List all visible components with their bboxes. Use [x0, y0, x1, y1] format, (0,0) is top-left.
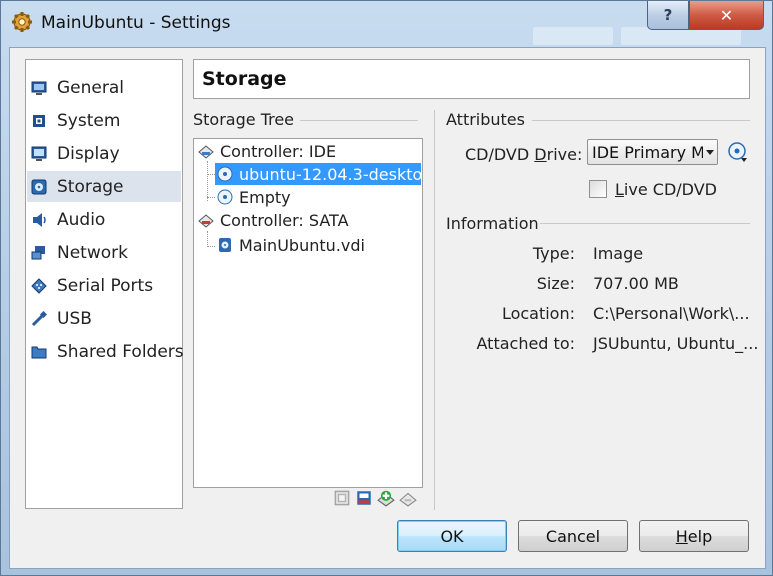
page-title: Storage: [202, 68, 287, 90]
network-icon: [31, 245, 45, 259]
speaker-icon: [33, 212, 46, 227]
tree-guide: [207, 174, 215, 175]
tree-guide: [207, 246, 215, 247]
info-type-value: Image: [593, 244, 644, 263]
divider: [300, 120, 418, 121]
sidebar-item-serial-ports[interactable]: Serial Ports: [27, 270, 181, 301]
tree-toolbar: [333, 489, 417, 507]
tree-item-iso[interactable]: ubuntu-12.04.3-desktop-i386.iso: [215, 163, 421, 185]
attributes-label: Attributes: [446, 110, 531, 129]
cancel-button[interactable]: Cancel: [518, 520, 628, 552]
tree-guide: [207, 197, 215, 198]
folder-icon: [31, 346, 47, 358]
information-label: Information: [446, 214, 545, 233]
usb-icon: [31, 310, 47, 326]
sata-controller-icon: [198, 214, 214, 228]
divider: [532, 120, 750, 121]
live-cd-label: Live CD/DVD: [615, 180, 717, 199]
chip-icon: [33, 114, 45, 127]
title-bar[interactable]: MainUbuntu - Settings ? ✕: [1, 1, 772, 47]
add-hard-disk-icon[interactable]: [355, 489, 373, 507]
tree-guide: [207, 161, 208, 201]
info-size-label: Size:: [536, 274, 575, 293]
info-size-value: 707.00 MB: [593, 274, 679, 293]
dialog-body: General System Display Storage Audio Net…: [9, 47, 766, 569]
close-icon: ✕: [719, 5, 734, 25]
sidebar-item-storage[interactable]: Storage: [27, 171, 181, 202]
sidebar-item-audio[interactable]: Audio: [27, 204, 181, 235]
info-attached-to-label: Attached to:: [476, 334, 576, 353]
info-location-value: C:\Personal\Work\...: [593, 304, 750, 323]
serial-port-icon: [31, 277, 47, 294]
settings-sidebar: General System Display Storage Audio Net…: [25, 59, 184, 509]
sidebar-item-network[interactable]: Network: [27, 237, 181, 268]
remove-controller-icon[interactable]: [399, 489, 417, 507]
live-cd-checkbox[interactable]: [589, 180, 607, 198]
divider: [540, 223, 750, 224]
help-title-button[interactable]: ?: [647, 1, 689, 30]
info-location-label: Location:: [501, 304, 575, 323]
sidebar-item-general[interactable]: General: [27, 72, 181, 103]
tree-controller-ide[interactable]: Controller: IDE: [198, 140, 420, 162]
tree-controller-sata[interactable]: Controller: SATA: [198, 209, 420, 231]
window-title: MainUbuntu - Settings: [41, 13, 231, 33]
info-type-label: Type:: [532, 244, 575, 263]
sidebar-item-display[interactable]: Display: [27, 138, 181, 169]
optical-disc-icon: [217, 189, 233, 205]
tree-item-vdi[interactable]: MainUbuntu.vdi: [215, 234, 415, 256]
tree-item-empty-drive[interactable]: Empty: [215, 186, 415, 208]
monitor-icon: [31, 81, 47, 95]
page-title-box: Storage: [193, 59, 750, 99]
storage-tree[interactable]: Controller: IDE ubuntu-12.04.3-desktop-i…: [193, 138, 423, 488]
info-attached-to-value: JSUbuntu, Ubuntu_...: [593, 334, 759, 353]
sidebar-item-system[interactable]: System: [27, 105, 181, 136]
storage-icon: [31, 179, 47, 194]
gear-icon: [12, 12, 32, 32]
divider: [434, 110, 435, 510]
add-cd-icon[interactable]: [333, 489, 351, 507]
tree-guide: [207, 231, 208, 247]
choose-disc-icon[interactable]: [727, 141, 749, 163]
close-button[interactable]: ✕: [689, 1, 764, 30]
storage-tree-label: Storage Tree: [193, 110, 301, 129]
display-icon: [31, 146, 47, 161]
optical-disc-icon: [217, 166, 233, 182]
help-button[interactable]: Help: [639, 520, 749, 552]
settings-window: MainUbuntu - Settings ? ✕ General System…: [0, 0, 773, 576]
sidebar-item-usb[interactable]: USB: [27, 303, 181, 334]
ide-controller-icon: [198, 145, 214, 159]
background-window-ghost: [533, 27, 613, 45]
cd-dvd-drive-select[interactable]: IDE Primary M: [587, 139, 718, 165]
sidebar-item-shared-folders[interactable]: Shared Folders: [27, 336, 184, 367]
cd-dvd-drive-label: CD/DVD Drive:: [465, 145, 583, 164]
chevron-down-icon: [703, 140, 717, 164]
hard-disk-icon: [219, 238, 231, 252]
add-controller-icon[interactable]: [377, 489, 395, 507]
ok-button[interactable]: OK: [397, 520, 507, 552]
